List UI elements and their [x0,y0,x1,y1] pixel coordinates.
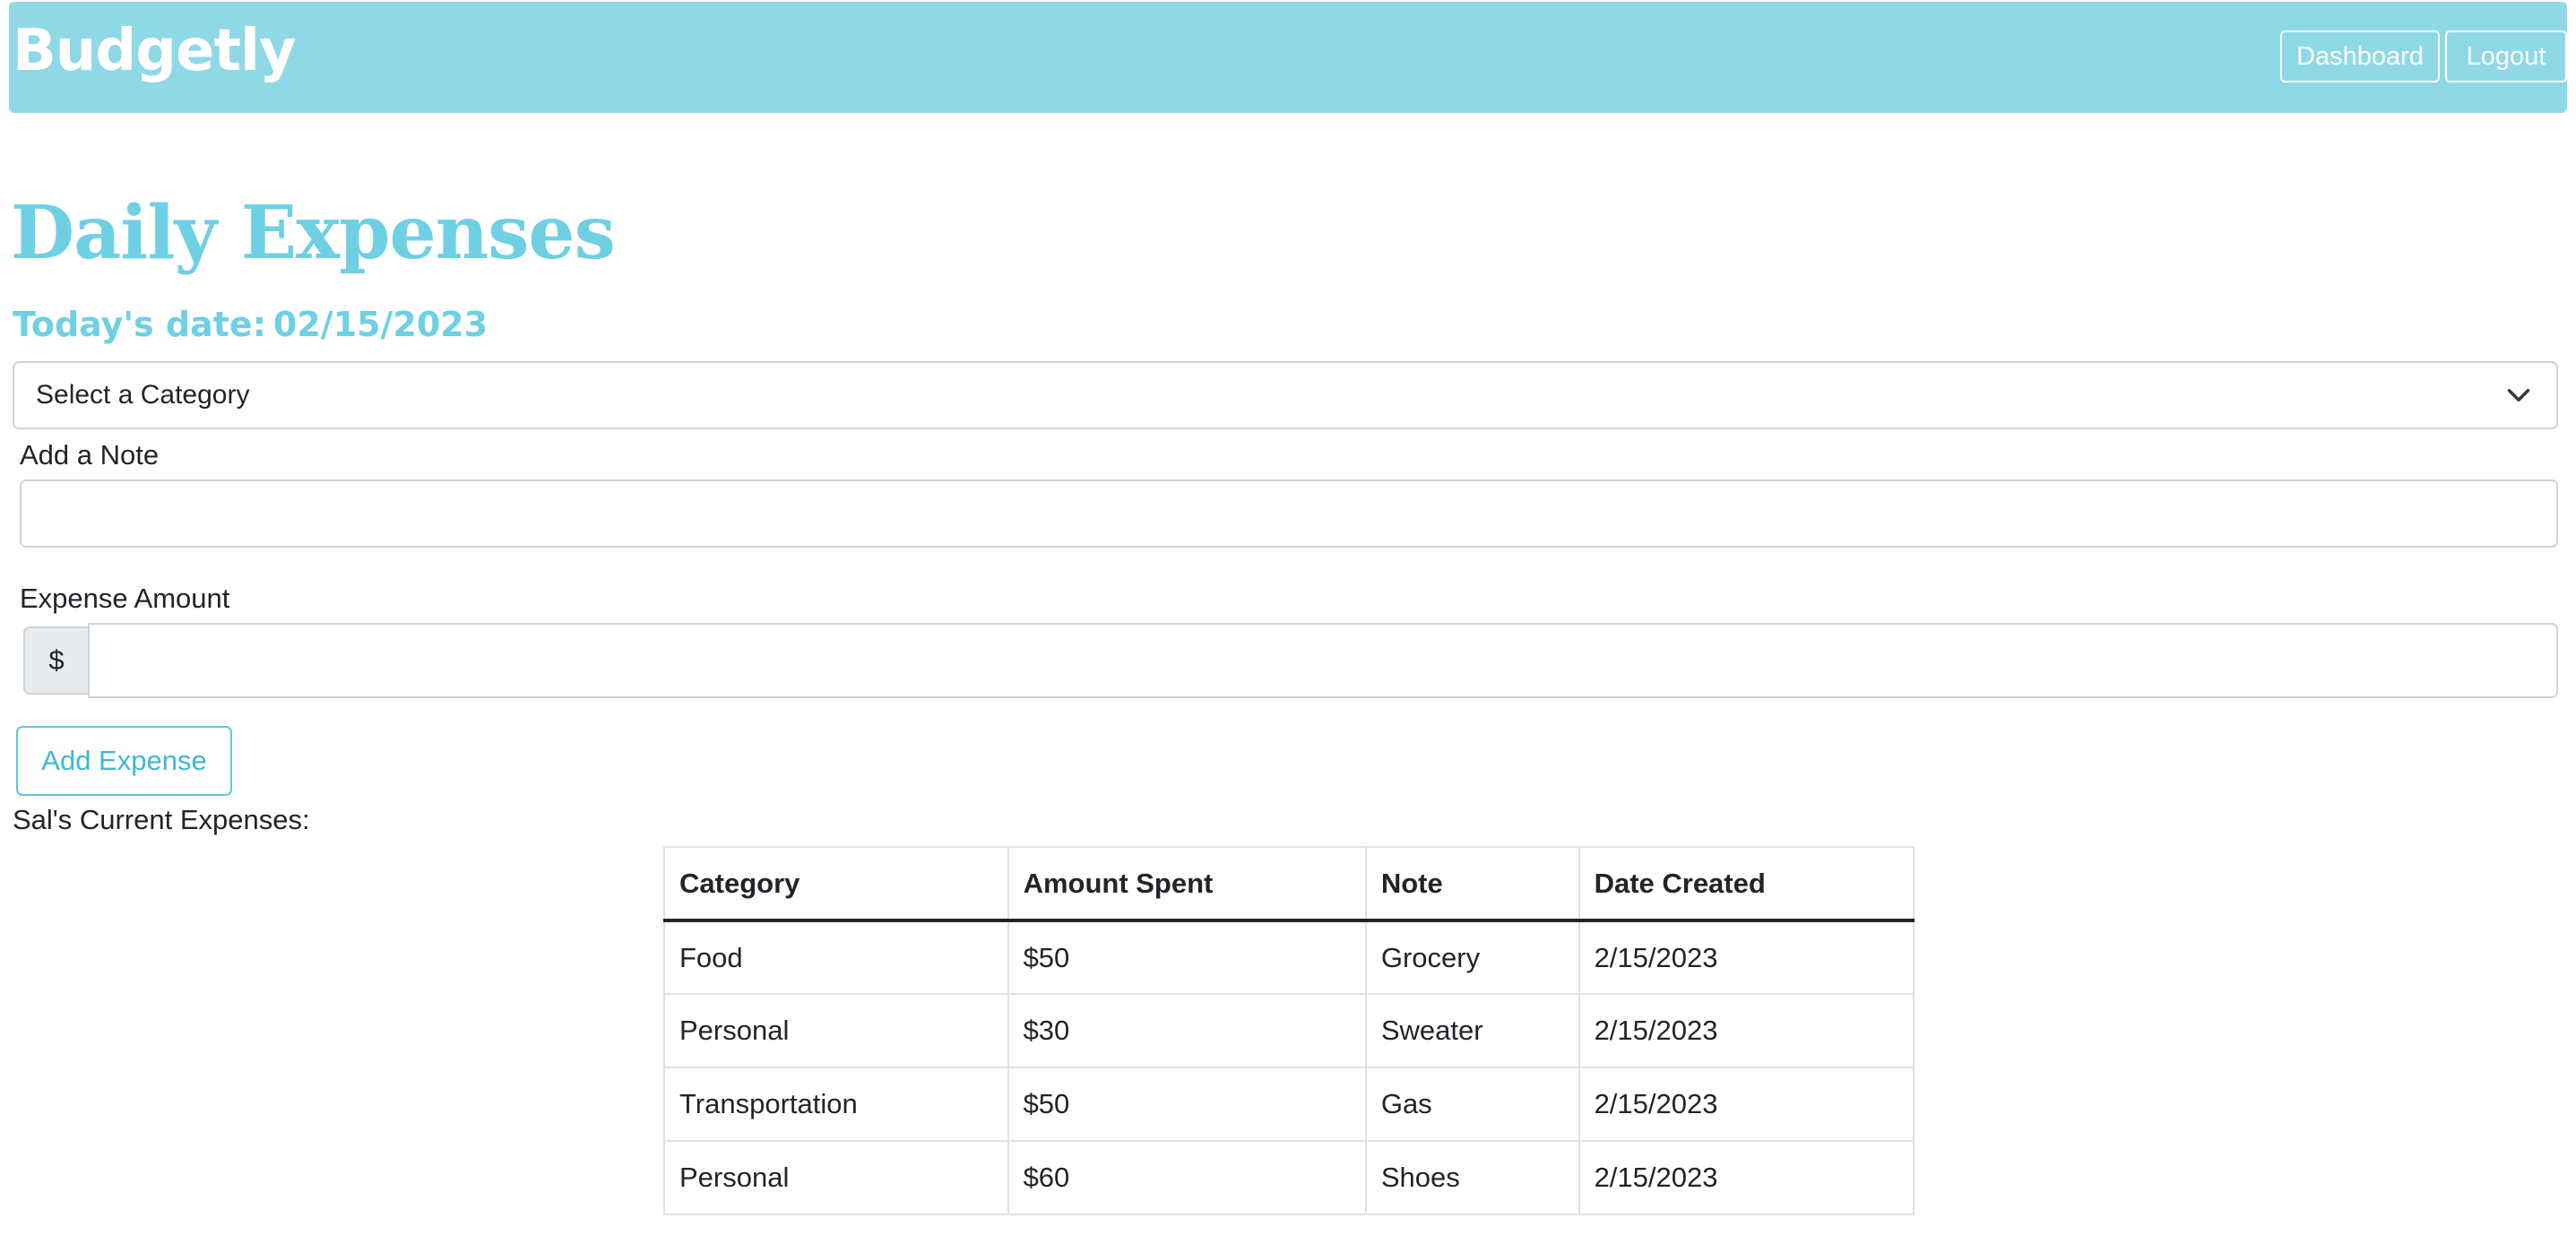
column-header-amount: Amount Spent [1007,846,1367,922]
cell-note: Gas [1364,1067,1580,1142]
page-title: Daily Expenses [11,190,616,276]
amount-input[interactable] [88,623,2558,698]
cell-date: 2/15/2023 [1578,1067,1915,1142]
amount-label: Expense Amount [20,583,230,614]
column-header-date: Date Created [1578,846,1915,922]
cell-note: Grocery [1364,920,1580,995]
cell-date: 2/15/2023 [1578,993,1915,1068]
cell-category: Personal [663,993,1009,1068]
cell-date: 2/15/2023 [1578,1140,1915,1215]
table-row: Transportation $50 Gas 2/15/2023 [663,1067,1915,1142]
chevron-down-icon [2507,389,2530,402]
cell-category: Food [663,920,1009,995]
todays-date: Today's date: 02/15/2023 [13,299,488,350]
logout-button[interactable]: Logout [2445,30,2567,82]
table-row: Personal $60 Shoes 2/15/2023 [663,1140,1915,1215]
dashboard-button[interactable]: Dashboard [2280,30,2440,82]
cell-note: Shoes [1364,1140,1580,1215]
date-value: 02/15/2023 [272,305,488,344]
navbar: Budgetly Dashboard Logout [9,2,2567,113]
cell-amount: $50 [1007,920,1367,995]
category-select-value: Select a Category [36,380,250,410]
cell-category: Transportation [663,1067,1009,1142]
column-header-category: Category [663,846,1009,922]
table-header-row: Category Amount Spent Note Date Created [663,846,1915,922]
brand-logo[interactable]: Budgetly [13,13,297,90]
table-row: Personal $30 Sweater 2/15/2023 [663,993,1915,1068]
cell-date: 2/15/2023 [1578,920,1915,995]
expenses-caption: Sal's Current Expenses: [13,804,310,835]
note-input[interactable] [20,479,2558,548]
cell-amount: $50 [1007,1067,1367,1142]
date-label: Today's date: [13,305,266,344]
cell-category: Personal [663,1140,1009,1215]
expenses-table: Category Amount Spent Note Date Created … [663,846,1915,1215]
cell-note: Sweater [1364,993,1580,1068]
table-row: Food $50 Grocery 2/15/2023 [663,920,1915,995]
column-header-note: Note [1364,846,1580,922]
cell-amount: $60 [1007,1140,1367,1215]
add-expense-button[interactable]: Add Expense [16,726,232,796]
category-select[interactable]: Select a Category [13,361,2558,429]
currency-prefix: $ [23,626,88,695]
note-label: Add a Note [20,439,160,471]
cell-amount: $30 [1007,993,1367,1068]
